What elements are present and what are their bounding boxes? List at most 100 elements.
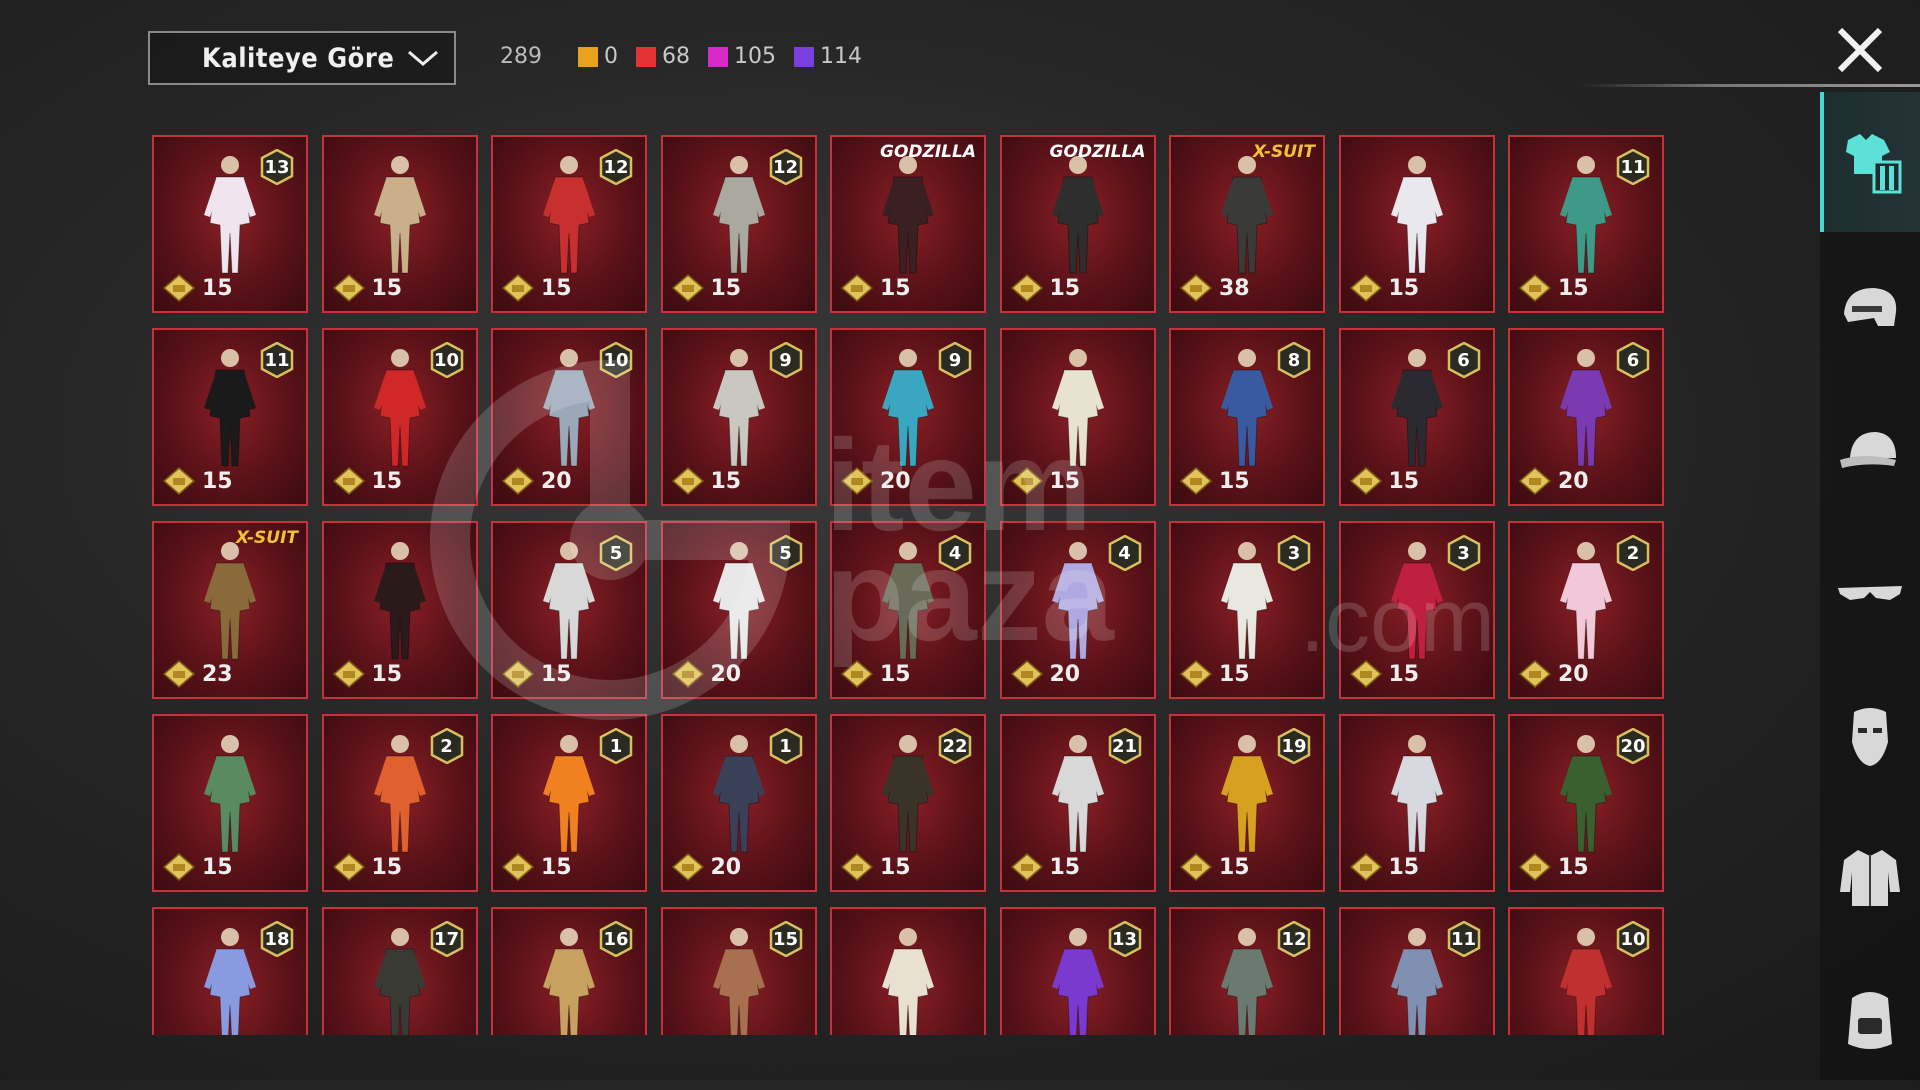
outfit-card[interactable]: 11 15	[152, 328, 308, 506]
outfit-card[interactable]: 13 15	[152, 135, 308, 313]
outfit-card[interactable]: 15	[152, 714, 308, 892]
level-badge: 12	[769, 149, 803, 185]
outfit-card[interactable]: GODZILLA 15	[999, 135, 1156, 313]
outfit-card[interactable]: 22 15	[830, 714, 986, 892]
level-badge: 6	[1447, 342, 1481, 378]
outfit-card[interactable]: 9 20	[830, 328, 986, 506]
outfit-card[interactable]: 15	[660, 907, 817, 1035]
outfit-card[interactable]: 11 15	[1508, 135, 1664, 313]
outfit-card[interactable]: 12 15	[491, 135, 647, 313]
outfit-card[interactable]: 11	[1338, 907, 1495, 1035]
cost-display: 15	[162, 466, 233, 496]
cost-value: 15	[202, 275, 233, 301]
sidebar-item-jacket[interactable]	[1820, 808, 1920, 948]
cost-value: 15	[371, 661, 403, 687]
currency-diamond-icon	[671, 274, 704, 302]
outfit-card[interactable]: 13	[999, 907, 1156, 1035]
outfit-card[interactable]: 15	[1338, 714, 1495, 892]
cost-display: 15	[501, 659, 572, 689]
level-badge: 22	[938, 728, 972, 764]
sort-dropdown[interactable]: Kaliteye Göre	[148, 31, 456, 85]
outfit-figure-icon	[882, 156, 934, 274]
outfit-card[interactable]: 10	[1508, 907, 1664, 1035]
cost-value: 15	[880, 275, 911, 301]
level-value: 6	[1457, 349, 1470, 371]
outfit-card[interactable]: 10 15	[321, 328, 478, 506]
outfit-card[interactable]: 16	[491, 907, 647, 1035]
sidebar-item-mask[interactable]	[1820, 666, 1920, 806]
outfit-card[interactable]: 18	[152, 907, 308, 1035]
currency-diamond-icon	[1010, 274, 1043, 302]
cost-value: 15	[371, 854, 403, 880]
outfit-card[interactable]: 4 20	[999, 521, 1156, 699]
outfit-figure-icon	[373, 928, 426, 1035]
cost-display: 20	[1518, 659, 1589, 689]
outfit-card[interactable]: 12	[1169, 907, 1325, 1035]
outfit-card[interactable]: 6 15	[1338, 328, 1495, 506]
currency-diamond-icon	[1179, 467, 1213, 495]
count-purple: 114	[794, 44, 862, 69]
outfit-figure-icon	[1390, 542, 1443, 660]
close-icon[interactable]	[1830, 20, 1890, 80]
outfit-card[interactable]: 17	[321, 907, 478, 1035]
level-value: 5	[779, 542, 792, 564]
outfit-card[interactable]: 15	[1338, 135, 1495, 313]
outfit-figure-icon	[712, 349, 765, 467]
sidebar-item-outfit[interactable]	[1820, 92, 1920, 232]
outfit-card[interactable]: 20 15	[1508, 714, 1664, 892]
cost-display: 15	[1518, 273, 1589, 303]
currency-diamond-icon	[162, 274, 196, 302]
outfit-card[interactable]: 15	[999, 328, 1156, 506]
outfit-card[interactable]: 3 15	[1169, 521, 1325, 699]
outfit-card[interactable]: 15	[321, 135, 478, 313]
outfit-figure-icon	[1051, 542, 1104, 660]
outfit-figure-icon	[373, 735, 426, 853]
outfit-figure-icon	[1390, 928, 1443, 1035]
outfit-card[interactable]: 2 20	[1508, 521, 1664, 699]
cost-value: 20	[710, 661, 742, 687]
outfit-card[interactable]: 8 15	[1169, 328, 1325, 506]
outfit-card[interactable]: 19 15	[1169, 714, 1325, 892]
level-value: 20	[1620, 735, 1646, 757]
level-badge: 2	[1616, 535, 1650, 571]
level-value: 9	[948, 349, 962, 371]
outfit-figure-icon	[1221, 156, 1273, 274]
outfit-card[interactable]: GODZILLA 15	[830, 135, 986, 313]
cost-value: 15	[1558, 275, 1589, 301]
cost-display: 15	[501, 852, 572, 882]
outfit-card[interactable]: 15	[321, 521, 478, 699]
outfit-figure-icon	[1051, 928, 1104, 1035]
cost-value: 15	[371, 275, 403, 301]
currency-diamond-icon	[840, 660, 874, 688]
outfit-card[interactable]: 6 20	[1508, 328, 1664, 506]
outfit-card[interactable]: 5 15	[491, 521, 647, 699]
outfit-figure-icon	[1390, 735, 1443, 853]
currency-diamond-icon	[501, 274, 535, 302]
cost-display: 15	[1010, 466, 1080, 496]
sidebar-item-glasses[interactable]	[1820, 524, 1920, 664]
outfit-card[interactable]: 12 15	[660, 135, 817, 313]
outfit-card[interactable]: X-SUIT 23	[152, 521, 308, 699]
outfit-figure-icon	[1560, 928, 1612, 1035]
outfit-card[interactable]: 2 15	[321, 714, 478, 892]
sidebar-item-helmet[interactable]	[1820, 240, 1920, 380]
level-badge: 2	[430, 728, 464, 764]
outfit-card[interactable]	[830, 907, 986, 1035]
outfit-card[interactable]: 4 15	[830, 521, 986, 699]
outfit-card[interactable]: 5 20	[660, 521, 817, 699]
helmet-icon	[1844, 288, 1897, 326]
outfit-card[interactable]: 1 15	[491, 714, 647, 892]
level-badge: 11	[260, 342, 294, 378]
pink-square-icon	[708, 46, 728, 67]
level-badge: 15	[769, 921, 803, 957]
outfit-card[interactable]: 3 15	[1338, 521, 1495, 699]
level-badge: 6	[1616, 342, 1650, 378]
outfit-card[interactable]: 10 20	[491, 328, 647, 506]
outfit-card[interactable]: 9 15	[660, 328, 817, 506]
sidebar-item-backpack[interactable]	[1820, 950, 1920, 1090]
outfit-card[interactable]: X-SUIT 38	[1169, 135, 1325, 313]
sidebar-item-cap[interactable]	[1820, 382, 1920, 522]
outfit-card[interactable]: 21 15	[999, 714, 1156, 892]
backpack-icon	[1848, 992, 1892, 1049]
outfit-card[interactable]: 1 20	[660, 714, 817, 892]
